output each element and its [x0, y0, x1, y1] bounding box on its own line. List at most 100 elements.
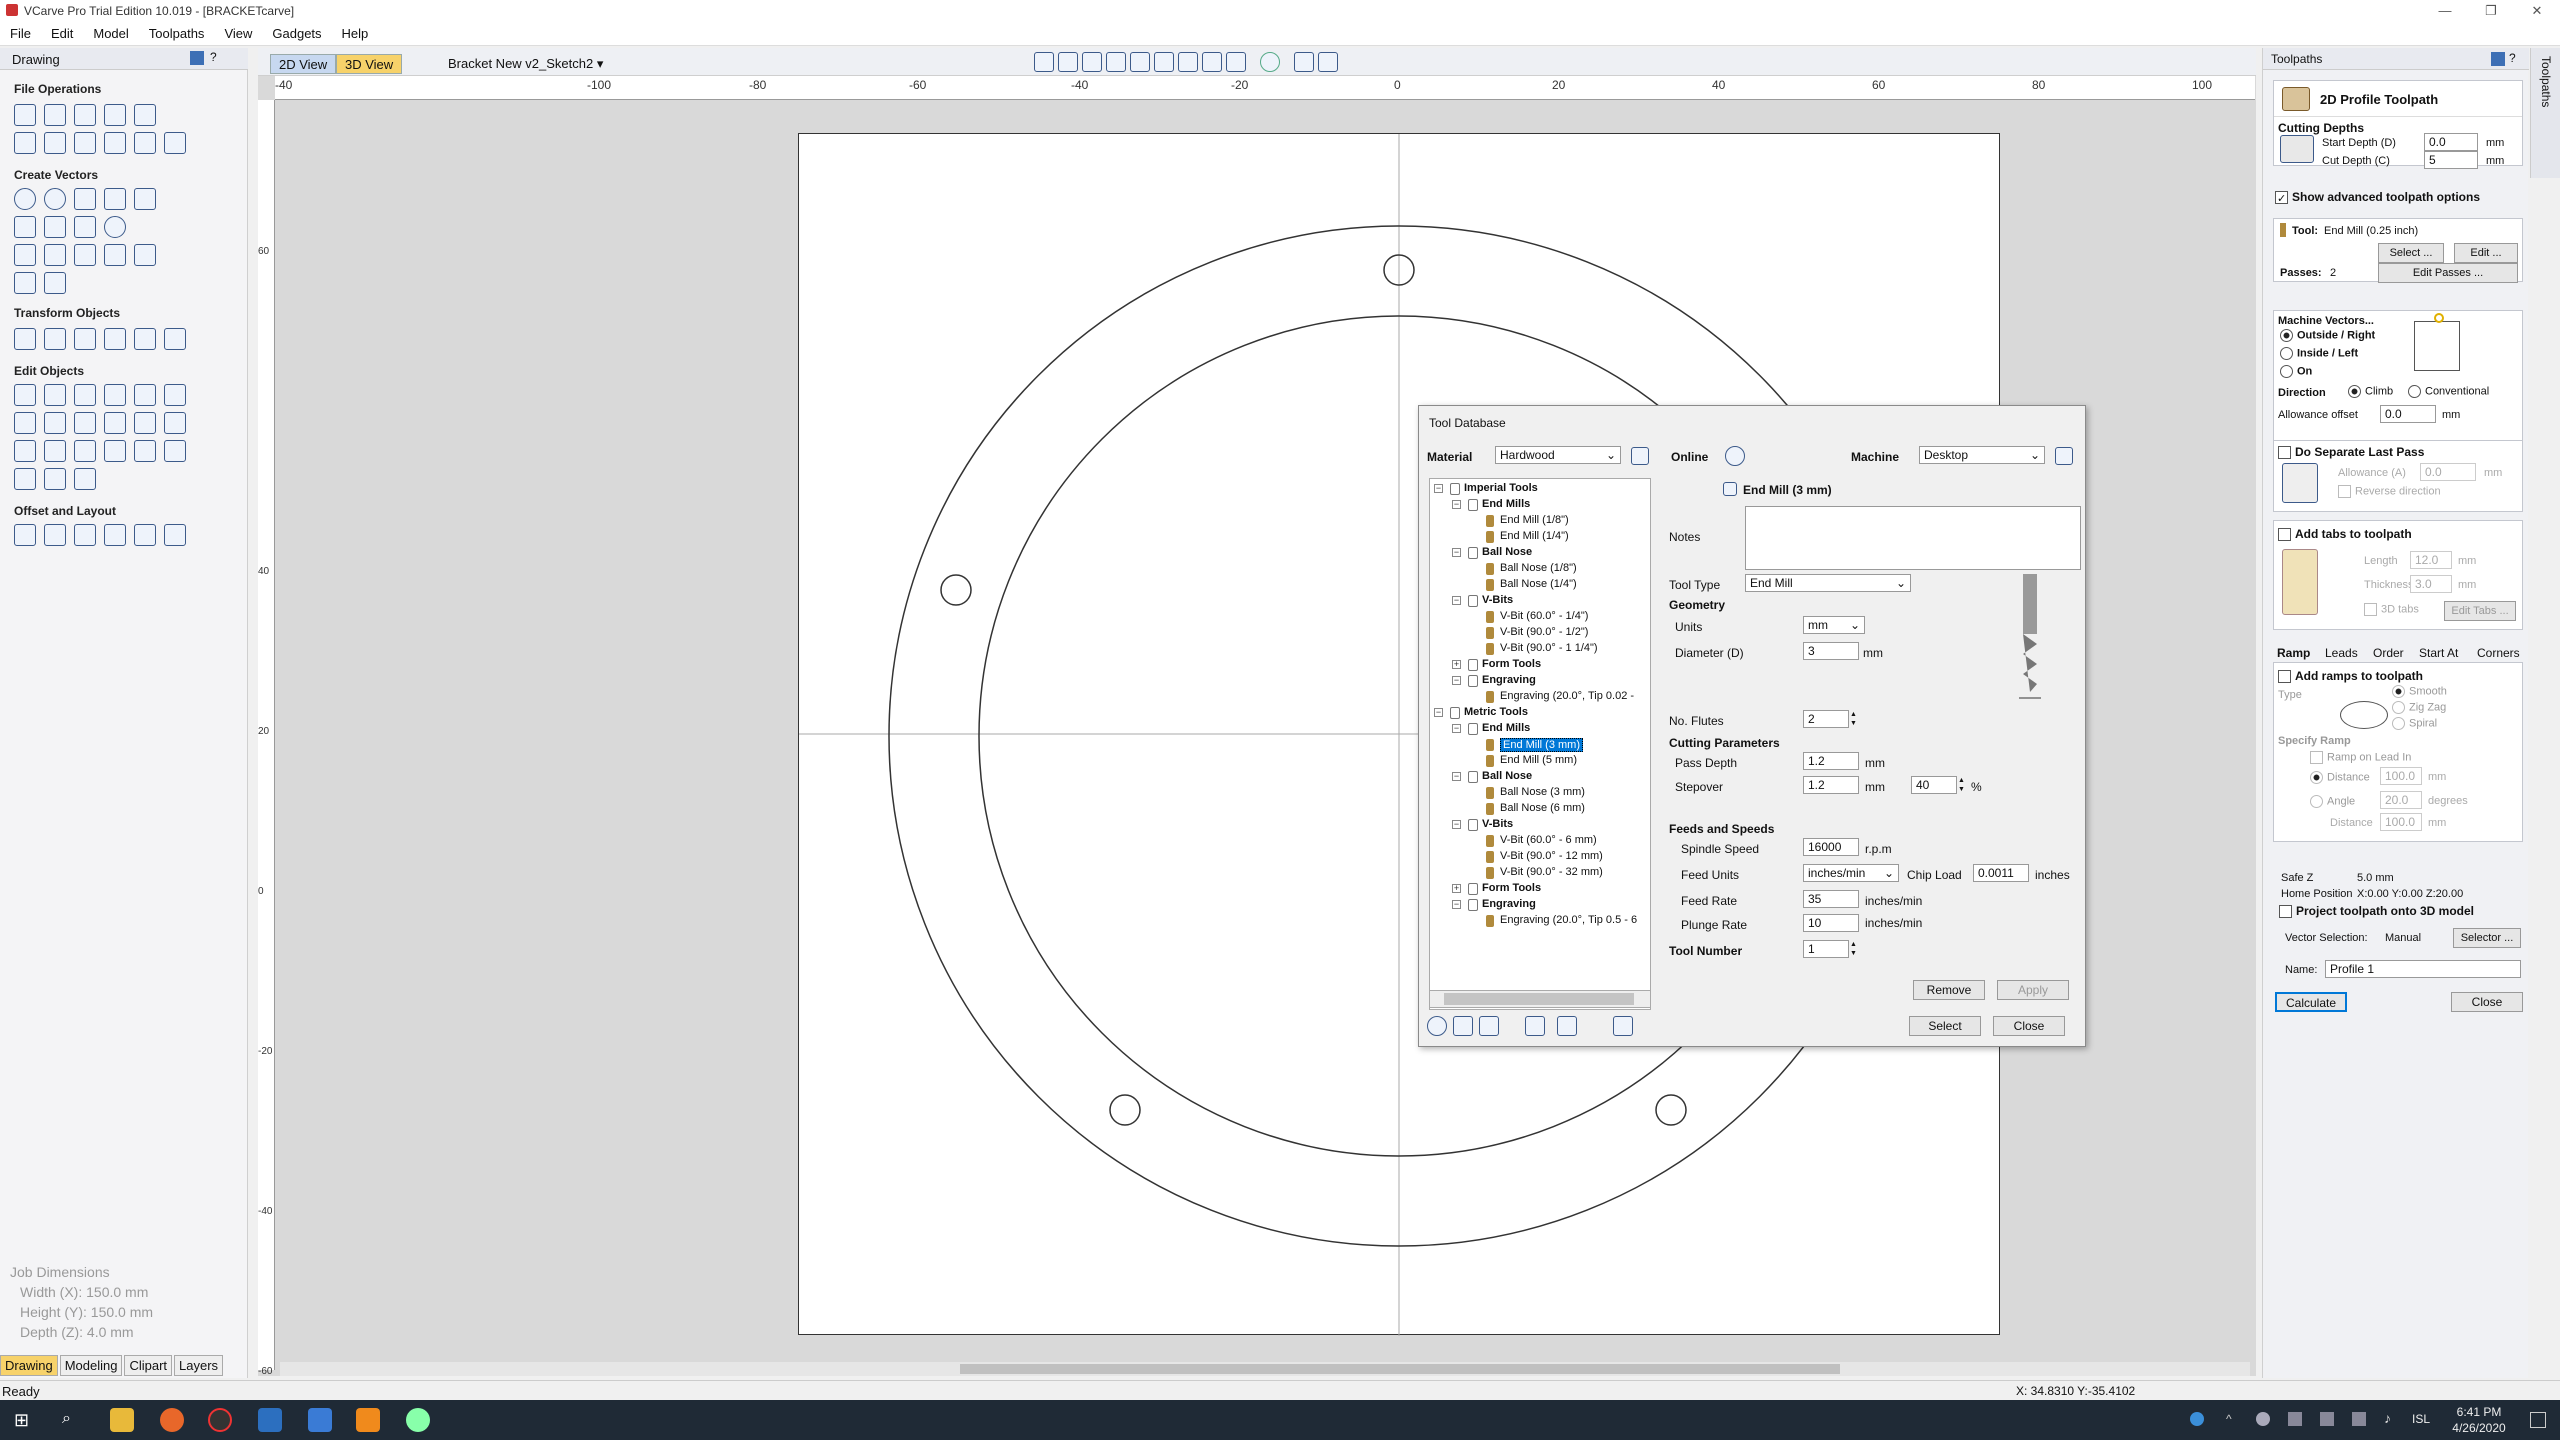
pin-icon[interactable] — [190, 51, 204, 65]
feed-rate-input[interactable]: 35 — [1803, 890, 1859, 908]
add-tabs-checkbox[interactable] — [2278, 528, 2291, 542]
cut-icon[interactable] — [44, 132, 66, 154]
open-file-icon[interactable] — [44, 104, 66, 126]
separate-last-row[interactable]: Do Separate Last Pass — [2278, 445, 2424, 460]
pin-icon[interactable] — [2491, 52, 2505, 66]
tree-group[interactable]: V-Bits — [1482, 818, 1513, 830]
menu-gadgets[interactable]: Gadgets — [262, 22, 331, 41]
vbit-icon[interactable] — [44, 440, 66, 462]
group-icon[interactable] — [104, 384, 126, 406]
tree-item[interactable]: V-Bit (60.0° - 6 mm) — [1500, 834, 1597, 846]
tree-expander[interactable]: − — [1452, 596, 1461, 605]
tray-wifi-icon[interactable] — [2288, 1412, 2302, 1426]
allowance-input[interactable]: 0.0 — [2380, 405, 2436, 423]
stepover-percent-input[interactable]: 40 — [1911, 776, 1957, 794]
subtab-ramp[interactable]: Ramp — [2277, 646, 2310, 660]
interactive-select-icon[interactable] — [74, 384, 96, 406]
tree-item[interactable]: Ball Nose (6 mm) — [1500, 802, 1585, 814]
calculate-button[interactable]: Calculate — [2275, 992, 2347, 1012]
auto-layout-text-icon[interactable] — [44, 244, 66, 266]
tree-group[interactable]: Ball Nose — [1482, 546, 1532, 558]
climb-option[interactable]: Climb — [2348, 385, 2393, 398]
stepover-spinner[interactable]: ▲ ▼ — [1958, 776, 1965, 794]
tree-expander[interactable]: − — [1452, 900, 1461, 909]
zoom-extents-icon[interactable] — [1034, 52, 1054, 72]
menu-help[interactable]: Help — [332, 22, 379, 41]
tree-item[interactable]: End Mill (1/4") — [1500, 530, 1569, 542]
zigzag-radio[interactable] — [2392, 701, 2405, 714]
ramp-lead-row[interactable]: Ramp on Lead In — [2310, 751, 2411, 764]
tab-length-input[interactable]: 12.0 — [2410, 551, 2452, 569]
scrollbar-thumb[interactable] — [960, 1364, 1840, 1374]
tree-expander[interactable]: − — [1452, 772, 1461, 781]
join-icon[interactable] — [104, 412, 126, 434]
tree-group[interactable]: Ball Nose — [1482, 770, 1532, 782]
nesting-icon[interactable] — [134, 524, 156, 546]
curve-icon[interactable] — [74, 216, 96, 238]
separate-last-checkbox[interactable] — [2278, 446, 2291, 460]
array-copy-icon[interactable] — [44, 524, 66, 546]
ellipse-icon[interactable] — [44, 188, 66, 210]
rectangle-icon[interactable] — [74, 188, 96, 210]
offset-shape-icon[interactable] — [14, 468, 36, 490]
tab-drawing[interactable]: Drawing — [0, 1355, 58, 1376]
conventional-option[interactable]: Conventional — [2408, 385, 2489, 398]
tray-cloud-icon[interactable] — [2256, 1412, 2270, 1426]
units-select[interactable]: mm ⌄ — [1803, 616, 1865, 634]
move-icon[interactable] — [14, 328, 36, 350]
tree-item[interactable]: Ball Nose (1/8") — [1500, 562, 1577, 574]
tree-scroll-thumb[interactable] — [1444, 993, 1634, 1005]
show-advanced-checkbox[interactable] — [2275, 191, 2288, 205]
tree-item[interactable]: Ball Nose (3 mm) — [1500, 786, 1585, 798]
on-option[interactable]: On — [2280, 365, 2312, 378]
tool-app-icon[interactable] — [406, 1408, 430, 1432]
menu-view[interactable]: View — [214, 22, 262, 41]
tabs3d-row[interactable]: 3D tabs — [2364, 603, 2419, 616]
grid-icon[interactable] — [1082, 52, 1102, 72]
mirror-icon[interactable] — [104, 328, 126, 350]
tree-item[interactable]: Engraving (20.0°, Tip 0.5 - 6 — [1500, 914, 1637, 926]
tree-item[interactable]: V-Bit (90.0° - 1/2") — [1500, 626, 1588, 638]
scissors-icon[interactable] — [134, 412, 156, 434]
minimize-icon[interactable]: — — [2422, 0, 2468, 22]
flutes-spinner[interactable]: ▲ ▼ — [1850, 710, 1857, 728]
edit-machine-icon[interactable] — [2055, 447, 2073, 465]
machine-select[interactable]: Desktop ⌄ — [1919, 446, 2045, 464]
start-icon[interactable]: ⊞ — [14, 1410, 34, 1430]
tool-number-input[interactable]: 1 — [1803, 940, 1849, 958]
text-on-curve-icon[interactable] — [74, 244, 96, 266]
copy-icon[interactable] — [74, 132, 96, 154]
subtab-order[interactable]: Order — [2373, 646, 2404, 660]
angle-option[interactable]: Angle — [2310, 795, 2355, 808]
add-ramps-checkbox[interactable] — [2278, 670, 2291, 684]
feed-units-select[interactable]: inches/min ⌄ — [1803, 864, 1899, 882]
help-icon[interactable]: ? — [2509, 51, 2516, 65]
user-icon[interactable] — [1725, 446, 1745, 466]
subtab-corners[interactable]: Corners — [2477, 646, 2520, 660]
tab-clipart[interactable]: Clipart — [124, 1355, 173, 1376]
undo-icon[interactable] — [134, 132, 156, 154]
arc-icon[interactable] — [44, 216, 66, 238]
project-checkbox[interactable] — [2279, 905, 2292, 919]
bend-text-icon[interactable] — [104, 244, 126, 266]
tree-group[interactable]: Metric Tools — [1464, 706, 1528, 718]
tree-item[interactable]: V-Bit (90.0° - 12 mm) — [1500, 850, 1603, 862]
tray-network-icon[interactable] — [2320, 1412, 2334, 1426]
tree-item[interactable]: Ball Nose (1/4") — [1500, 578, 1577, 590]
tree-item-selected[interactable]: End Mill (3 mm) — [1500, 738, 1584, 752]
inside-radio[interactable] — [2280, 347, 2293, 360]
pass-depth-input[interactable]: 1.2 — [1803, 752, 1859, 770]
firefox-icon[interactable] — [160, 1408, 184, 1432]
dimension-icon[interactable] — [134, 244, 156, 266]
scale-icon[interactable] — [134, 328, 156, 350]
tool-type-select[interactable]: End Mill ⌄ — [1745, 574, 1911, 592]
inside-option[interactable]: Inside / Left — [2280, 347, 2358, 360]
tab-thickness-input[interactable]: 3.0 — [2410, 575, 2452, 593]
tree-group[interactable]: Form Tools — [1482, 658, 1541, 670]
volume-icon[interactable]: ♪ — [2384, 1410, 2391, 1426]
trim-icon[interactable] — [164, 384, 186, 406]
file-explorer-icon[interactable] — [110, 1408, 134, 1432]
conventional-radio[interactable] — [2408, 385, 2421, 398]
vcarve-icon[interactable] — [308, 1408, 332, 1432]
edit-tool-button[interactable]: Edit ... — [2454, 243, 2518, 263]
